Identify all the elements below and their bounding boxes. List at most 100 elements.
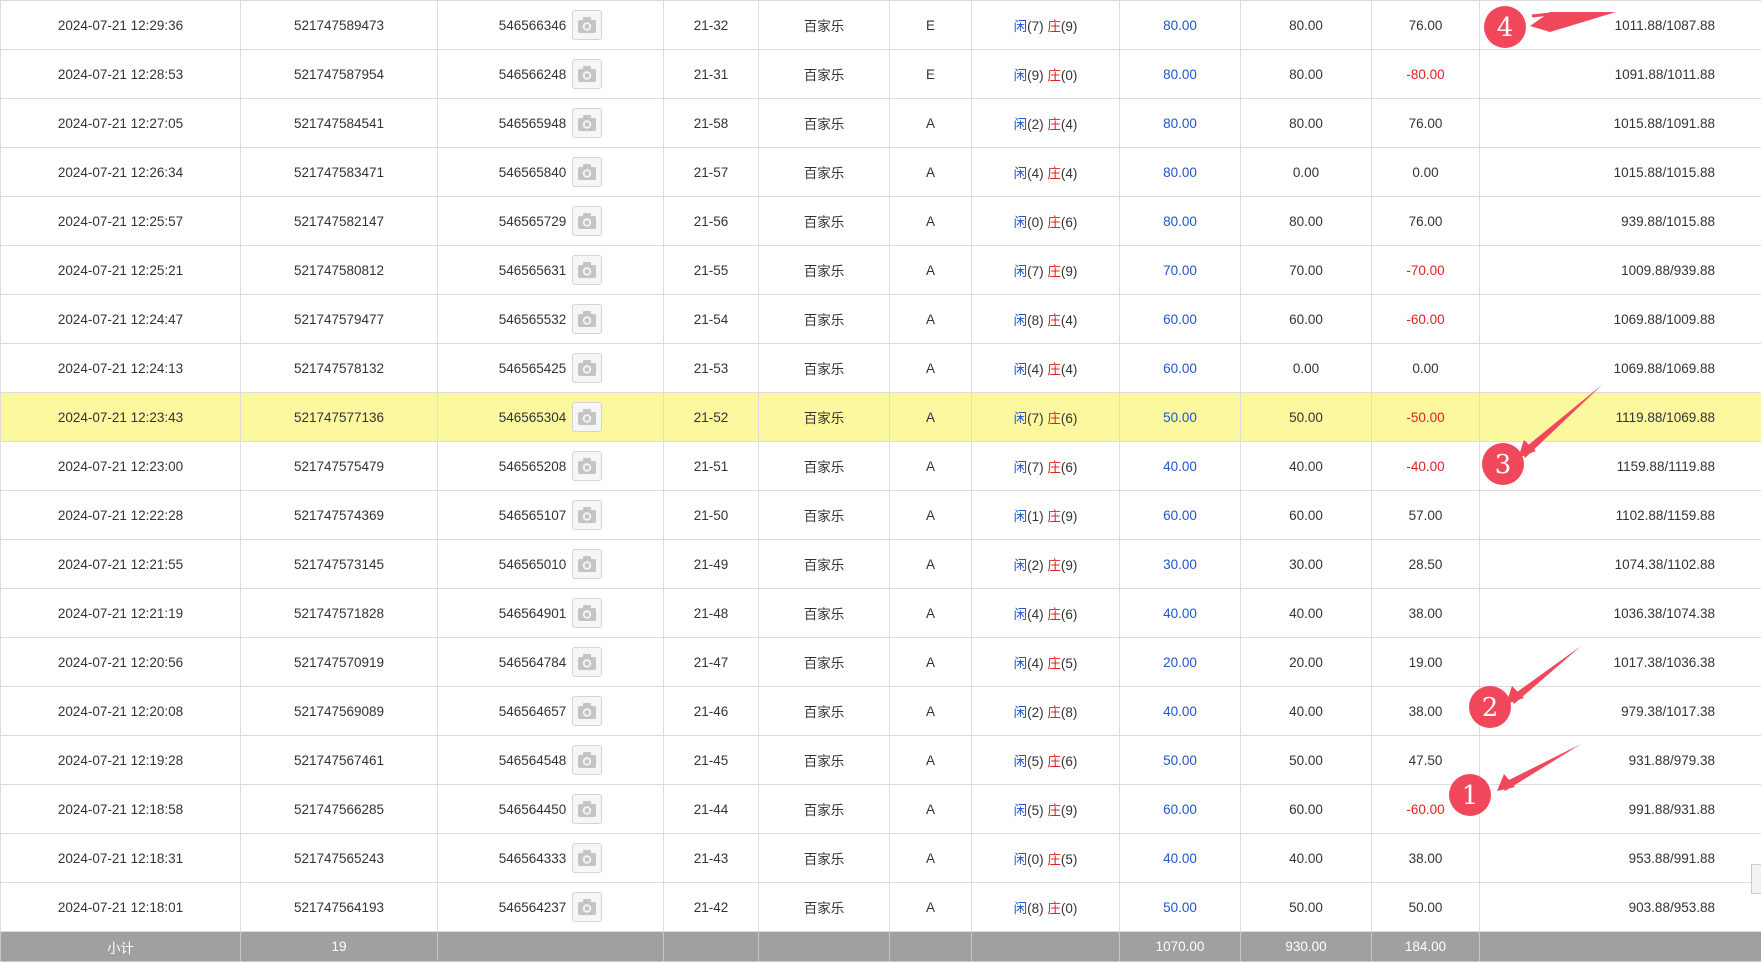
camera-icon[interactable] xyxy=(572,549,602,579)
valid-amount: 50.00 xyxy=(1241,883,1372,932)
banker-points: (8) xyxy=(1061,705,1078,720)
game-name: 百家乐 xyxy=(759,50,890,99)
table-code: A xyxy=(890,736,972,785)
banker-label: 庄 xyxy=(1047,509,1061,524)
banker-label: 庄 xyxy=(1047,803,1061,818)
game-name: 百家乐 xyxy=(759,736,890,785)
balance-change: 939.88/1015.88 xyxy=(1480,197,1761,246)
bet-id: 546565304 xyxy=(499,410,567,425)
player-points: (2) xyxy=(1027,117,1044,132)
camera-icon[interactable] xyxy=(572,108,602,138)
bet-id: 546565729 xyxy=(499,214,567,229)
table-code: E xyxy=(890,1,972,50)
bet-id: 546565425 xyxy=(499,361,567,376)
win-loss: -70.00 xyxy=(1372,246,1480,295)
bet-time: 2024-07-21 12:18:31 xyxy=(1,834,241,883)
player-points: (5) xyxy=(1027,754,1044,769)
camera-icon[interactable] xyxy=(572,892,602,922)
order-id: 521747580812 xyxy=(241,246,438,295)
subtotal-empty xyxy=(438,932,664,962)
bet-record-row: 2024-07-21 12:27:05521747584541546565948… xyxy=(1,99,1761,148)
order-id: 521747578132 xyxy=(241,344,438,393)
banker-label: 庄 xyxy=(1047,117,1061,132)
win-loss: -40.00 xyxy=(1372,442,1480,491)
table-code: A xyxy=(890,589,972,638)
balance-change: 1009.88/939.88 xyxy=(1480,246,1761,295)
table-code: A xyxy=(890,883,972,932)
bet-id-cell: 546565532 xyxy=(438,295,664,344)
player-points: (8) xyxy=(1027,901,1044,916)
camera-icon[interactable] xyxy=(572,451,602,481)
banker-points: (9) xyxy=(1061,19,1078,34)
bet-id: 546564237 xyxy=(499,900,567,915)
table-code: E xyxy=(890,50,972,99)
camera-icon[interactable] xyxy=(572,10,602,40)
camera-icon[interactable] xyxy=(572,353,602,383)
player-label: 闲 xyxy=(1014,509,1028,524)
banker-label: 庄 xyxy=(1047,558,1061,573)
table-code: A xyxy=(890,834,972,883)
banker-label: 庄 xyxy=(1047,68,1061,83)
side-scroll-handle[interactable] xyxy=(1751,864,1761,894)
camera-icon[interactable] xyxy=(572,255,602,285)
balance-change: 903.88/953.88 xyxy=(1480,883,1761,932)
banker-label: 庄 xyxy=(1047,215,1061,230)
balance-change: 1074.38/1102.88 xyxy=(1480,540,1761,589)
bet-amount: 70.00 xyxy=(1120,246,1241,295)
game-name: 百家乐 xyxy=(759,785,890,834)
camera-icon[interactable] xyxy=(572,59,602,89)
game-name: 百家乐 xyxy=(759,99,890,148)
camera-icon[interactable] xyxy=(572,500,602,530)
camera-icon[interactable] xyxy=(572,647,602,677)
bet-record-row: 2024-07-21 12:20:56521747570919546564784… xyxy=(1,638,1761,687)
bet-amount: 80.00 xyxy=(1120,1,1241,50)
camera-icon[interactable] xyxy=(572,304,602,334)
banker-label: 庄 xyxy=(1047,901,1061,916)
result-cell: 闲(7) 庄(6) xyxy=(972,393,1120,442)
bet-record-row: 2024-07-21 12:23:00521747575479546565208… xyxy=(1,442,1761,491)
valid-amount: 30.00 xyxy=(1241,540,1372,589)
balance-change: 991.88/931.88 xyxy=(1480,785,1761,834)
banker-points: (5) xyxy=(1061,852,1078,867)
bet-time: 2024-07-21 12:27:05 xyxy=(1,99,241,148)
win-loss: 47.50 xyxy=(1372,736,1480,785)
camera-icon[interactable] xyxy=(572,402,602,432)
bet-amount: 40.00 xyxy=(1120,687,1241,736)
subtotal-bet-amount: 1070.00 xyxy=(1120,932,1241,962)
bet-amount: 80.00 xyxy=(1120,197,1241,246)
camera-icon[interactable] xyxy=(572,745,602,775)
banker-label: 庄 xyxy=(1047,656,1061,671)
banker-points: (4) xyxy=(1061,166,1078,181)
camera-icon[interactable] xyxy=(572,157,602,187)
bet-id: 546564450 xyxy=(499,802,567,817)
table-code: A xyxy=(890,295,972,344)
table-code: A xyxy=(890,197,972,246)
bet-id-cell: 546564901 xyxy=(438,589,664,638)
valid-amount: 80.00 xyxy=(1241,99,1372,148)
bet-amount: 80.00 xyxy=(1120,99,1241,148)
camera-icon[interactable] xyxy=(572,598,602,628)
result-cell: 闲(1) 庄(9) xyxy=(972,491,1120,540)
banker-label: 庄 xyxy=(1047,705,1061,720)
result-cell: 闲(8) 庄(0) xyxy=(972,883,1120,932)
game-name: 百家乐 xyxy=(759,540,890,589)
player-label: 闲 xyxy=(1014,607,1028,622)
game-name: 百家乐 xyxy=(759,687,890,736)
order-id: 521747583471 xyxy=(241,148,438,197)
camera-icon[interactable] xyxy=(572,794,602,824)
bet-amount: 40.00 xyxy=(1120,834,1241,883)
banker-label: 庄 xyxy=(1047,313,1061,328)
game-name: 百家乐 xyxy=(759,883,890,932)
bet-id-cell: 546565208 xyxy=(438,442,664,491)
game-name: 百家乐 xyxy=(759,295,890,344)
win-loss: 19.00 xyxy=(1372,638,1480,687)
camera-icon[interactable] xyxy=(572,696,602,726)
bet-amount: 50.00 xyxy=(1120,736,1241,785)
game-name: 百家乐 xyxy=(759,148,890,197)
round-number: 21-53 xyxy=(664,344,759,393)
camera-icon[interactable] xyxy=(572,843,602,873)
camera-icon[interactable] xyxy=(572,206,602,236)
win-loss: 38.00 xyxy=(1372,834,1480,883)
player-label: 闲 xyxy=(1014,68,1028,83)
bet-record-row: 2024-07-21 12:25:57521747582147546565729… xyxy=(1,197,1761,246)
